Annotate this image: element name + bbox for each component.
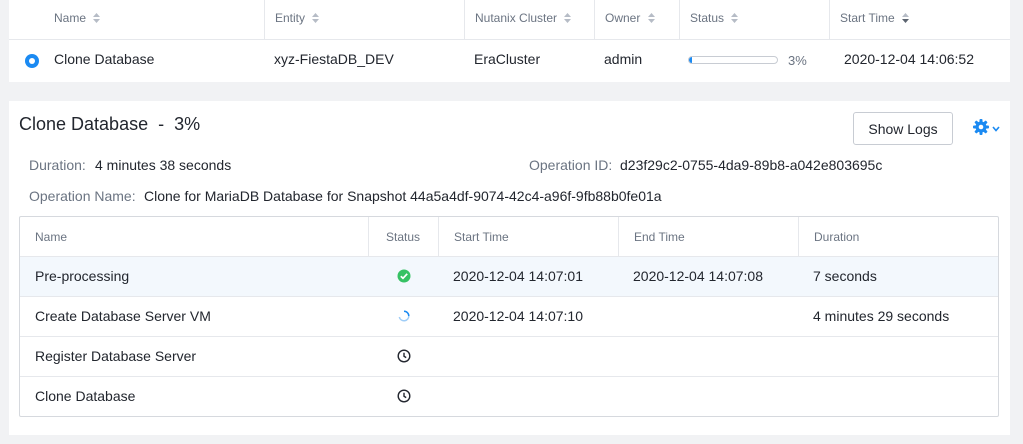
column-header-owner[interactable]: Owner (594, 0, 679, 40)
table-row: Register Database Server (20, 337, 998, 377)
step-duration (798, 337, 813, 377)
column-header-cluster[interactable]: Nutanix Cluster (464, 0, 594, 40)
progress-bar (688, 56, 778, 64)
table-row: Pre-processing 2020-12-04 14:07:01 2020-… (20, 257, 998, 297)
page-title: Clone Database - 3% (19, 114, 201, 134)
step-duration: 7 seconds (813, 268, 877, 284)
table-row: Clone Database (20, 377, 998, 416)
column-header-step-name: Name (35, 230, 68, 244)
operations-table: Name Entity Nutanix Cluster Owner Status… (9, 0, 1010, 82)
sort-desc-icon (902, 13, 910, 23)
sort-icon (564, 13, 572, 23)
step-name: Clone Database (35, 388, 136, 404)
column-header-start-time[interactable]: Start Time (829, 0, 1010, 40)
column-header-step-status: Status (368, 217, 438, 257)
table-row[interactable]: Clone Database xyz-FiestaDB_DEV EraClust… (9, 40, 1010, 80)
step-start-time (438, 377, 453, 416)
step-end-time (618, 337, 633, 377)
sort-icon (93, 13, 101, 23)
pending-clock-icon (397, 349, 411, 363)
gear-icon (973, 119, 989, 135)
operations-table-header: Name Entity Nutanix Cluster Owner Status… (9, 0, 1010, 40)
operation-owner: admin (604, 51, 643, 67)
steps-table: Name Status Start Time End Time Duration… (19, 216, 999, 417)
operation-entity: xyz-FiestaDB_DEV (274, 51, 394, 67)
step-end-time (618, 297, 633, 337)
chevron-down-icon (992, 126, 1000, 132)
operation-detail-panel: Clone Database - 3% Show Logs Duration: … (9, 101, 1010, 435)
operation-id-value: d23f29c2-0755-4da9-89b8-a042e803695c (620, 157, 883, 173)
duration-label: Duration: (29, 157, 86, 173)
column-header-step-end: End Time (618, 217, 798, 257)
operation-name: Clone Database (54, 51, 155, 67)
sort-icon (312, 13, 320, 23)
column-header-name[interactable]: Name (44, 0, 264, 40)
operation-start-time: 2020-12-04 14:06:52 (844, 51, 974, 67)
operation-id-label: Operation ID: (529, 157, 613, 173)
column-header-entity[interactable]: Entity (264, 0, 464, 40)
step-start-time: 2020-12-04 14:07:01 (453, 268, 583, 284)
sort-icon (647, 13, 655, 23)
operation-name-label: Operation Name: (29, 188, 136, 204)
column-header-step-duration: Duration (798, 217, 998, 257)
operation-cluster: EraCluster (474, 51, 541, 67)
sort-icon (731, 13, 739, 23)
step-start-time (438, 337, 453, 377)
duration-value: 4 minutes 38 seconds (95, 157, 232, 173)
step-duration: 4 minutes 29 seconds (813, 308, 950, 324)
step-duration (798, 377, 813, 416)
step-name: Register Database Server (35, 348, 197, 364)
show-logs-button[interactable]: Show Logs (853, 112, 953, 145)
step-name: Create Database Server VM (35, 308, 211, 324)
radio-selected-icon[interactable] (25, 54, 39, 68)
step-end-time: 2020-12-04 14:07:08 (633, 268, 763, 284)
operation-name-value: Clone for MariaDB Database for Snapshot … (144, 188, 662, 204)
step-end-time (618, 377, 633, 416)
step-name: Pre-processing (35, 268, 130, 284)
progress-bar-fill (689, 57, 692, 63)
success-check-icon (397, 269, 411, 283)
loading-spinner-icon (398, 310, 410, 322)
table-row: Create Database Server VM 2020-12-04 14:… (20, 297, 998, 337)
pending-clock-icon (397, 389, 411, 403)
column-header-status[interactable]: Status (679, 0, 829, 40)
steps-table-header: Name Status Start Time End Time Duration (20, 217, 998, 257)
progress-percent: 3% (788, 53, 807, 68)
column-header-step-start: Start Time (438, 217, 618, 257)
step-start-time: 2020-12-04 14:07:10 (453, 308, 583, 324)
settings-menu-button[interactable] (971, 117, 1001, 139)
